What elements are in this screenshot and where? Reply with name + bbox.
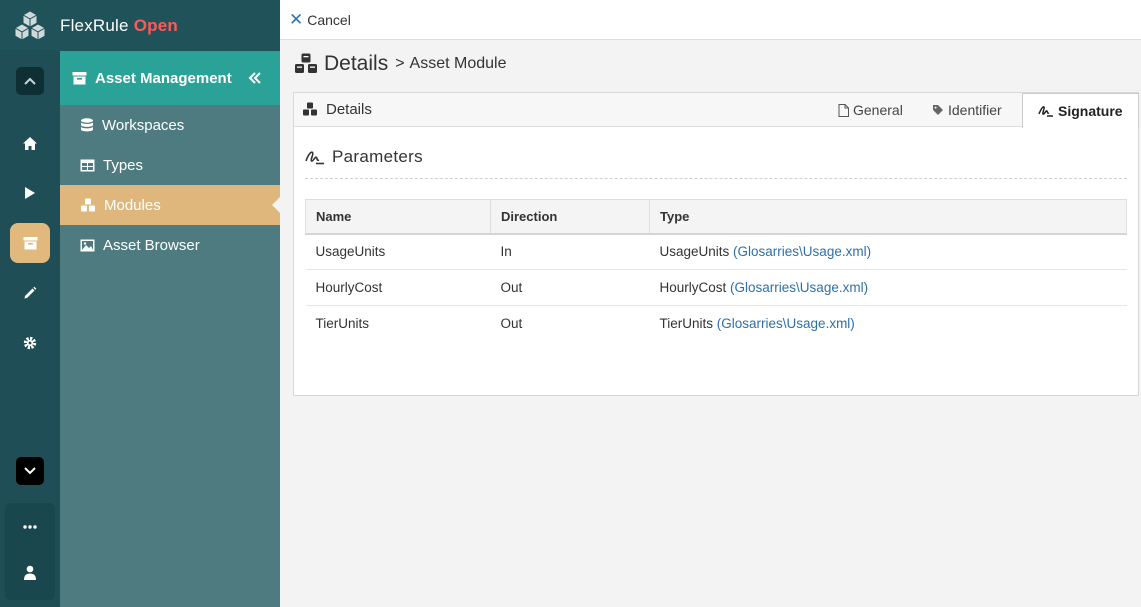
table-header-row: Name Direction Type xyxy=(305,199,1127,235)
double-chevron-left-icon xyxy=(248,72,261,84)
cubes-icon xyxy=(81,198,95,211)
sidebar-item-asset-browser[interactable]: Asset Browser xyxy=(60,225,280,265)
breadcrumb-separator: > xyxy=(395,55,405,72)
cell-direction: Out xyxy=(490,269,650,306)
details-heading: Details xyxy=(294,101,372,118)
archive-icon xyxy=(72,72,87,85)
tab-identifier[interactable]: Identifier xyxy=(932,93,1002,127)
table-row[interactable]: UsageUnits In UsageUnits (Glosarries\Usa… xyxy=(305,233,1127,270)
cell-direction: Out xyxy=(500,316,523,332)
sidebar-item-workspaces[interactable]: Workspaces xyxy=(60,105,280,145)
cancel-label: Cancel xyxy=(307,11,351,28)
main-panel: ✕ Cancel Details > Asset Module Details … xyxy=(280,0,1141,607)
tag-icon xyxy=(933,105,943,115)
signature-icon xyxy=(1038,106,1053,117)
tab-label: Identifier xyxy=(948,102,1002,118)
user-icon xyxy=(24,565,36,580)
cell-type: HourlyCost (Glosarries\Usage.xml) xyxy=(649,269,1127,306)
home-icon xyxy=(23,136,37,150)
database-icon xyxy=(81,117,93,131)
type-name: TierUnits xyxy=(659,316,714,332)
play-icon xyxy=(25,187,35,199)
brand-bar: FlexRule Open xyxy=(0,0,280,51)
topbar: ✕ Cancel xyxy=(280,0,1141,40)
image-icon xyxy=(80,239,95,251)
sidebar-item-types[interactable]: Types xyxy=(60,145,280,185)
icon-rail xyxy=(0,51,60,607)
cell-name: TierUnits xyxy=(315,316,370,332)
chevron-up-button[interactable] xyxy=(16,67,44,95)
page-subtitle: Asset Module xyxy=(409,55,507,72)
archive-icon xyxy=(23,237,37,250)
file-icon xyxy=(838,103,849,117)
cell-type: TierUnits (Glosarries\Usage.xml) xyxy=(650,306,1127,342)
more-icon xyxy=(23,525,37,529)
column-header-type[interactable]: Type xyxy=(649,199,1127,235)
cubes-icon xyxy=(295,53,317,73)
close-icon: ✕ xyxy=(289,10,304,29)
section-title: Parameters xyxy=(332,147,423,166)
column-header-name[interactable]: Name xyxy=(305,199,491,235)
parameters-table: Name Direction Type UsageUnits In UsageU… xyxy=(305,199,1127,342)
parameters-section-header: Parameters xyxy=(305,147,1127,179)
assets-button[interactable] xyxy=(10,223,50,263)
chevron-down-button[interactable] xyxy=(16,457,44,485)
cell-name: UsageUnits xyxy=(305,233,491,270)
sidebar-item-label: Modules xyxy=(104,196,161,214)
sidebar-item-modules[interactable]: Modules xyxy=(60,185,280,225)
details-card: Details General Identifier Signature Par… xyxy=(293,92,1139,396)
cell-type: UsageUnits (Glosarries\Usage.xml) xyxy=(649,233,1127,270)
brand-name: FlexRule Open xyxy=(60,15,178,35)
sidebar-item-label: Asset Browser xyxy=(103,236,200,254)
type-source-link[interactable]: (Glosarries\Usage.xml) xyxy=(730,280,868,295)
chevron-up-icon xyxy=(24,77,36,85)
sidebar: Asset Management Workspaces Types Module… xyxy=(60,51,280,607)
tab-general[interactable]: General xyxy=(838,93,903,127)
sidebar-header: Asset Management xyxy=(60,51,280,105)
type-source-link[interactable]: (Glosarries\Usage.xml) xyxy=(717,316,855,331)
rail-footer xyxy=(5,503,55,600)
page-title: Details > Asset Module xyxy=(294,52,506,76)
table-icon xyxy=(80,159,95,171)
page-title-text: Details xyxy=(324,52,389,75)
table-row[interactable]: TierUnits Out TierUnits (Glosarries\Usag… xyxy=(306,306,1127,342)
flexrule-logo-icon[interactable] xyxy=(0,0,60,51)
cubes-icon xyxy=(303,102,317,116)
chevron-down-icon xyxy=(24,467,36,475)
sidebar-item-label: Types xyxy=(103,156,144,174)
tab-label: Signature xyxy=(1058,103,1123,119)
sidebar-item-label: Workspaces xyxy=(102,116,185,134)
table-row[interactable]: HourlyCost Out HourlyCost (Glosarries\Us… xyxy=(305,269,1127,306)
cell-direction: In xyxy=(490,233,650,270)
type-name: UsageUnits xyxy=(659,244,730,260)
tab-bar: Details General Identifier Signature xyxy=(294,93,1139,128)
tab-label: General xyxy=(853,102,903,118)
brand-edition: Open xyxy=(133,15,178,35)
sidebar-title: Asset Management xyxy=(95,69,232,87)
run-button[interactable] xyxy=(10,173,50,213)
home-button[interactable] xyxy=(10,123,50,163)
more-button[interactable] xyxy=(5,511,55,543)
user-button[interactable] xyxy=(5,556,55,588)
cell-name: HourlyCost xyxy=(305,269,491,306)
pencil-icon xyxy=(24,286,37,299)
details-label: Details xyxy=(326,101,372,118)
gear-icon xyxy=(23,336,37,350)
type-source-link[interactable]: (Glosarries\Usage.xml) xyxy=(733,244,871,259)
settings-button[interactable] xyxy=(10,323,50,363)
edit-button[interactable] xyxy=(10,273,50,313)
type-name: HourlyCost xyxy=(659,280,727,295)
collapse-sidebar-button[interactable] xyxy=(248,72,262,84)
column-header-direction[interactable]: Direction xyxy=(490,199,650,235)
cancel-button[interactable]: ✕ Cancel xyxy=(289,11,351,28)
tab-signature[interactable]: Signature xyxy=(1022,93,1139,128)
signature-icon xyxy=(305,151,324,165)
